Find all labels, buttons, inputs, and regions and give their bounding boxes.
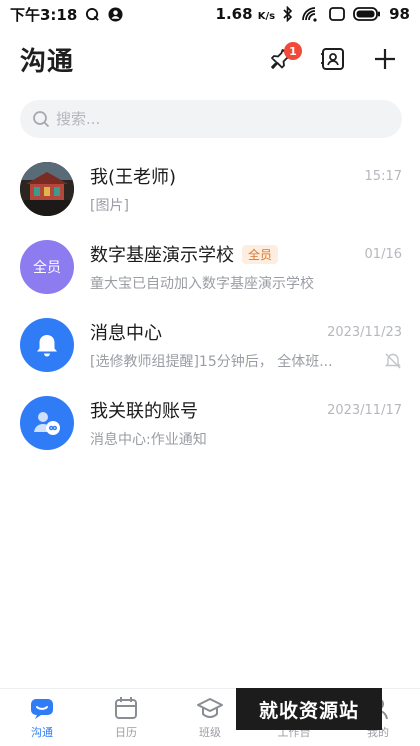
calendar-icon: [115, 697, 137, 719]
avatar-bell: [20, 318, 74, 372]
nav-label: 沟通: [31, 726, 53, 739]
nav-chat[interactable]: 沟通: [0, 689, 84, 746]
chat-name: 我(王老师): [90, 167, 177, 188]
chat-item-message-center[interactable]: 消息中心 2023/11/23 [选修教师组提醒]15分钟后， 全体班...: [0, 306, 420, 384]
graduation-cap-icon: [197, 698, 223, 719]
contacts-button[interactable]: [318, 44, 348, 74]
chat-item-linked-account[interactable]: 我关联的账号 2023/11/17 消息中心:作业通知: [0, 384, 420, 462]
all-members-tag: 全员: [242, 244, 279, 264]
pin-badge: 1: [284, 42, 302, 60]
sim-icon: [329, 7, 346, 21]
battery-level: 98: [389, 5, 410, 23]
chat-preview: 童大宝已自动加入数字基座演示学校: [90, 276, 314, 292]
wifi-icon: [301, 6, 321, 22]
chat-item-self[interactable]: 我(王老师) 15:17 [图片]: [0, 150, 420, 228]
chat-preview: [图片]: [90, 198, 129, 214]
chat-name: 我关联的账号: [90, 401, 198, 422]
search-icon: [33, 111, 50, 128]
bluetooth-icon: [283, 6, 293, 22]
chat-time: 15:17: [364, 168, 402, 184]
plus-icon: [375, 49, 395, 69]
linked-account-icon: [34, 412, 60, 435]
avatar-photo: [20, 162, 74, 216]
watermark: 就收资源站: [236, 688, 382, 730]
chat-icon: [31, 699, 53, 719]
chat-time: 01/16: [364, 246, 402, 262]
search-input[interactable]: [56, 110, 376, 128]
status-bar: 下午3:18 1.68 K/s 98: [0, 0, 420, 28]
header: 沟通 1: [0, 36, 420, 82]
bell-icon: [37, 335, 57, 357]
account-status-icon: [108, 6, 123, 22]
chat-preview: 消息中心:作业通知: [90, 432, 207, 448]
page-title: 沟通: [20, 46, 75, 77]
search-bar[interactable]: [20, 100, 402, 138]
chat-time: 2023/11/17: [327, 402, 402, 418]
avatar-group: 全员: [20, 240, 74, 294]
status-time: 下午3:18: [10, 5, 78, 24]
nav-label: 日历: [115, 726, 137, 739]
battery-icon: [353, 7, 381, 21]
nav-calendar[interactable]: 日历: [84, 689, 168, 746]
pin-button[interactable]: 1: [266, 42, 302, 74]
nav-label: 班级: [199, 726, 221, 739]
avatar-linked: [20, 396, 74, 450]
mute-bell-icon: [384, 352, 402, 370]
chat-name: 消息中心: [90, 323, 162, 344]
chat-name: 数字基座演示学校: [90, 245, 234, 266]
q-app-icon: [85, 7, 100, 22]
network-speed: 1.68 K/s: [215, 5, 276, 23]
chat-item-school[interactable]: 全员 数字基座演示学校 全员 01/16 童大宝已自动加入数字基座演示学校: [0, 228, 420, 306]
add-button[interactable]: [370, 44, 400, 74]
chat-list: 我(王老师) 15:17 [图片] 全员 数字基座演示学校 全员 01/16 童…: [0, 150, 420, 462]
chat-time: 2023/11/23: [327, 324, 402, 340]
contacts-icon: [321, 48, 344, 70]
chat-preview: [选修教师组提醒]15分钟后， 全体班...: [90, 354, 333, 370]
